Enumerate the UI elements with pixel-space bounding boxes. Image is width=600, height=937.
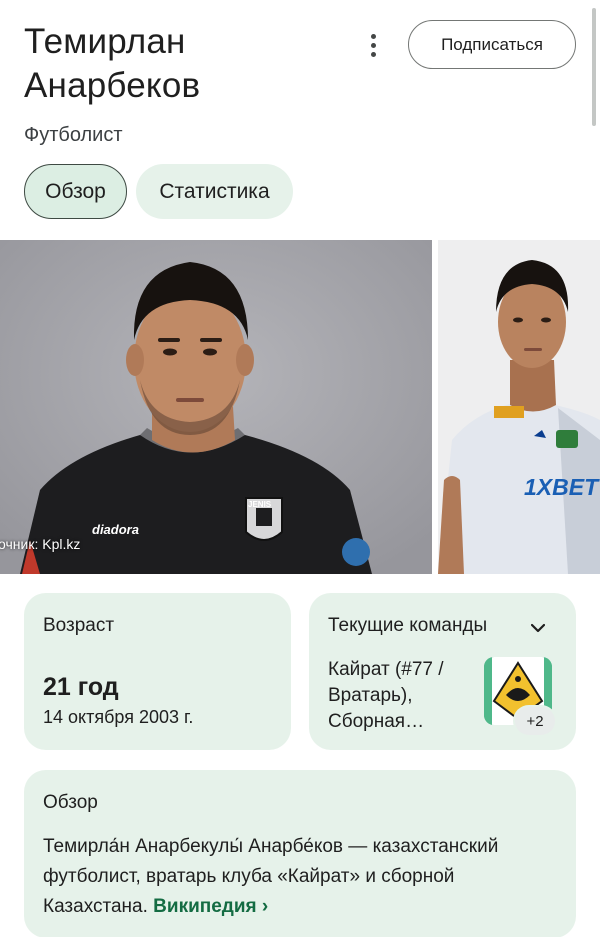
age-card: Возраст 21 год 14 октября 2003 г. bbox=[24, 593, 291, 750]
current-teams-card[interactable]: Текущие команды Кайрат (#77 / Вратарь), … bbox=[309, 593, 576, 750]
wikipedia-link[interactable]: Википедия › bbox=[153, 896, 268, 917]
chevron-down-icon[interactable] bbox=[531, 621, 545, 635]
title-first-name: Темирлан bbox=[24, 22, 186, 61]
more-options-icon[interactable] bbox=[358, 30, 388, 60]
overview-text: Темирла́н Анарбекулы́ Анарбе́ков — казах… bbox=[43, 832, 563, 922]
overview-title: Обзор bbox=[43, 792, 98, 813]
tab-overview[interactable]: Обзор bbox=[24, 164, 127, 219]
brand-text: diadora bbox=[92, 522, 139, 537]
birth-date: 14 октября 2003 г. bbox=[43, 707, 194, 727]
photo-source-label: очник: Kpl.kz bbox=[0, 536, 81, 552]
scrollbar[interactable] bbox=[592, 8, 596, 126]
age-value: 21 год bbox=[43, 673, 119, 701]
crest-text: JENIS bbox=[248, 500, 272, 509]
page-title: Темирлан Анарбеков bbox=[24, 20, 200, 108]
sponsor-text: 1XBET bbox=[524, 474, 599, 500]
player-photo-2[interactable]: 1XBET bbox=[438, 240, 600, 574]
more-teams-badge[interactable]: +2 bbox=[515, 707, 555, 735]
title-last-name: Анарбеков bbox=[24, 66, 201, 105]
subscribe-button[interactable]: Подписаться bbox=[408, 20, 576, 69]
overview-card: Обзор Темирла́н Анарбекулы́ Анарбе́ков —… bbox=[24, 770, 576, 937]
player-photo-1[interactable]: JENIS diadora очник: Kpl.kz bbox=[0, 240, 432, 574]
overview-description: Темирла́н Анарбекулы́ Анарбе́ков — казах… bbox=[43, 836, 499, 917]
page-subtitle: Футболист bbox=[24, 124, 123, 146]
teams-card-label: Текущие команды bbox=[328, 615, 488, 636]
player-photo-2-image bbox=[438, 240, 600, 574]
tab-statistics[interactable]: Статистика bbox=[136, 164, 293, 219]
age-card-label: Возраст bbox=[43, 615, 115, 636]
teams-list-text: Кайрат (#77 / Вратарь), Сборная… bbox=[328, 659, 444, 732]
player-photo-1-image bbox=[0, 240, 432, 574]
